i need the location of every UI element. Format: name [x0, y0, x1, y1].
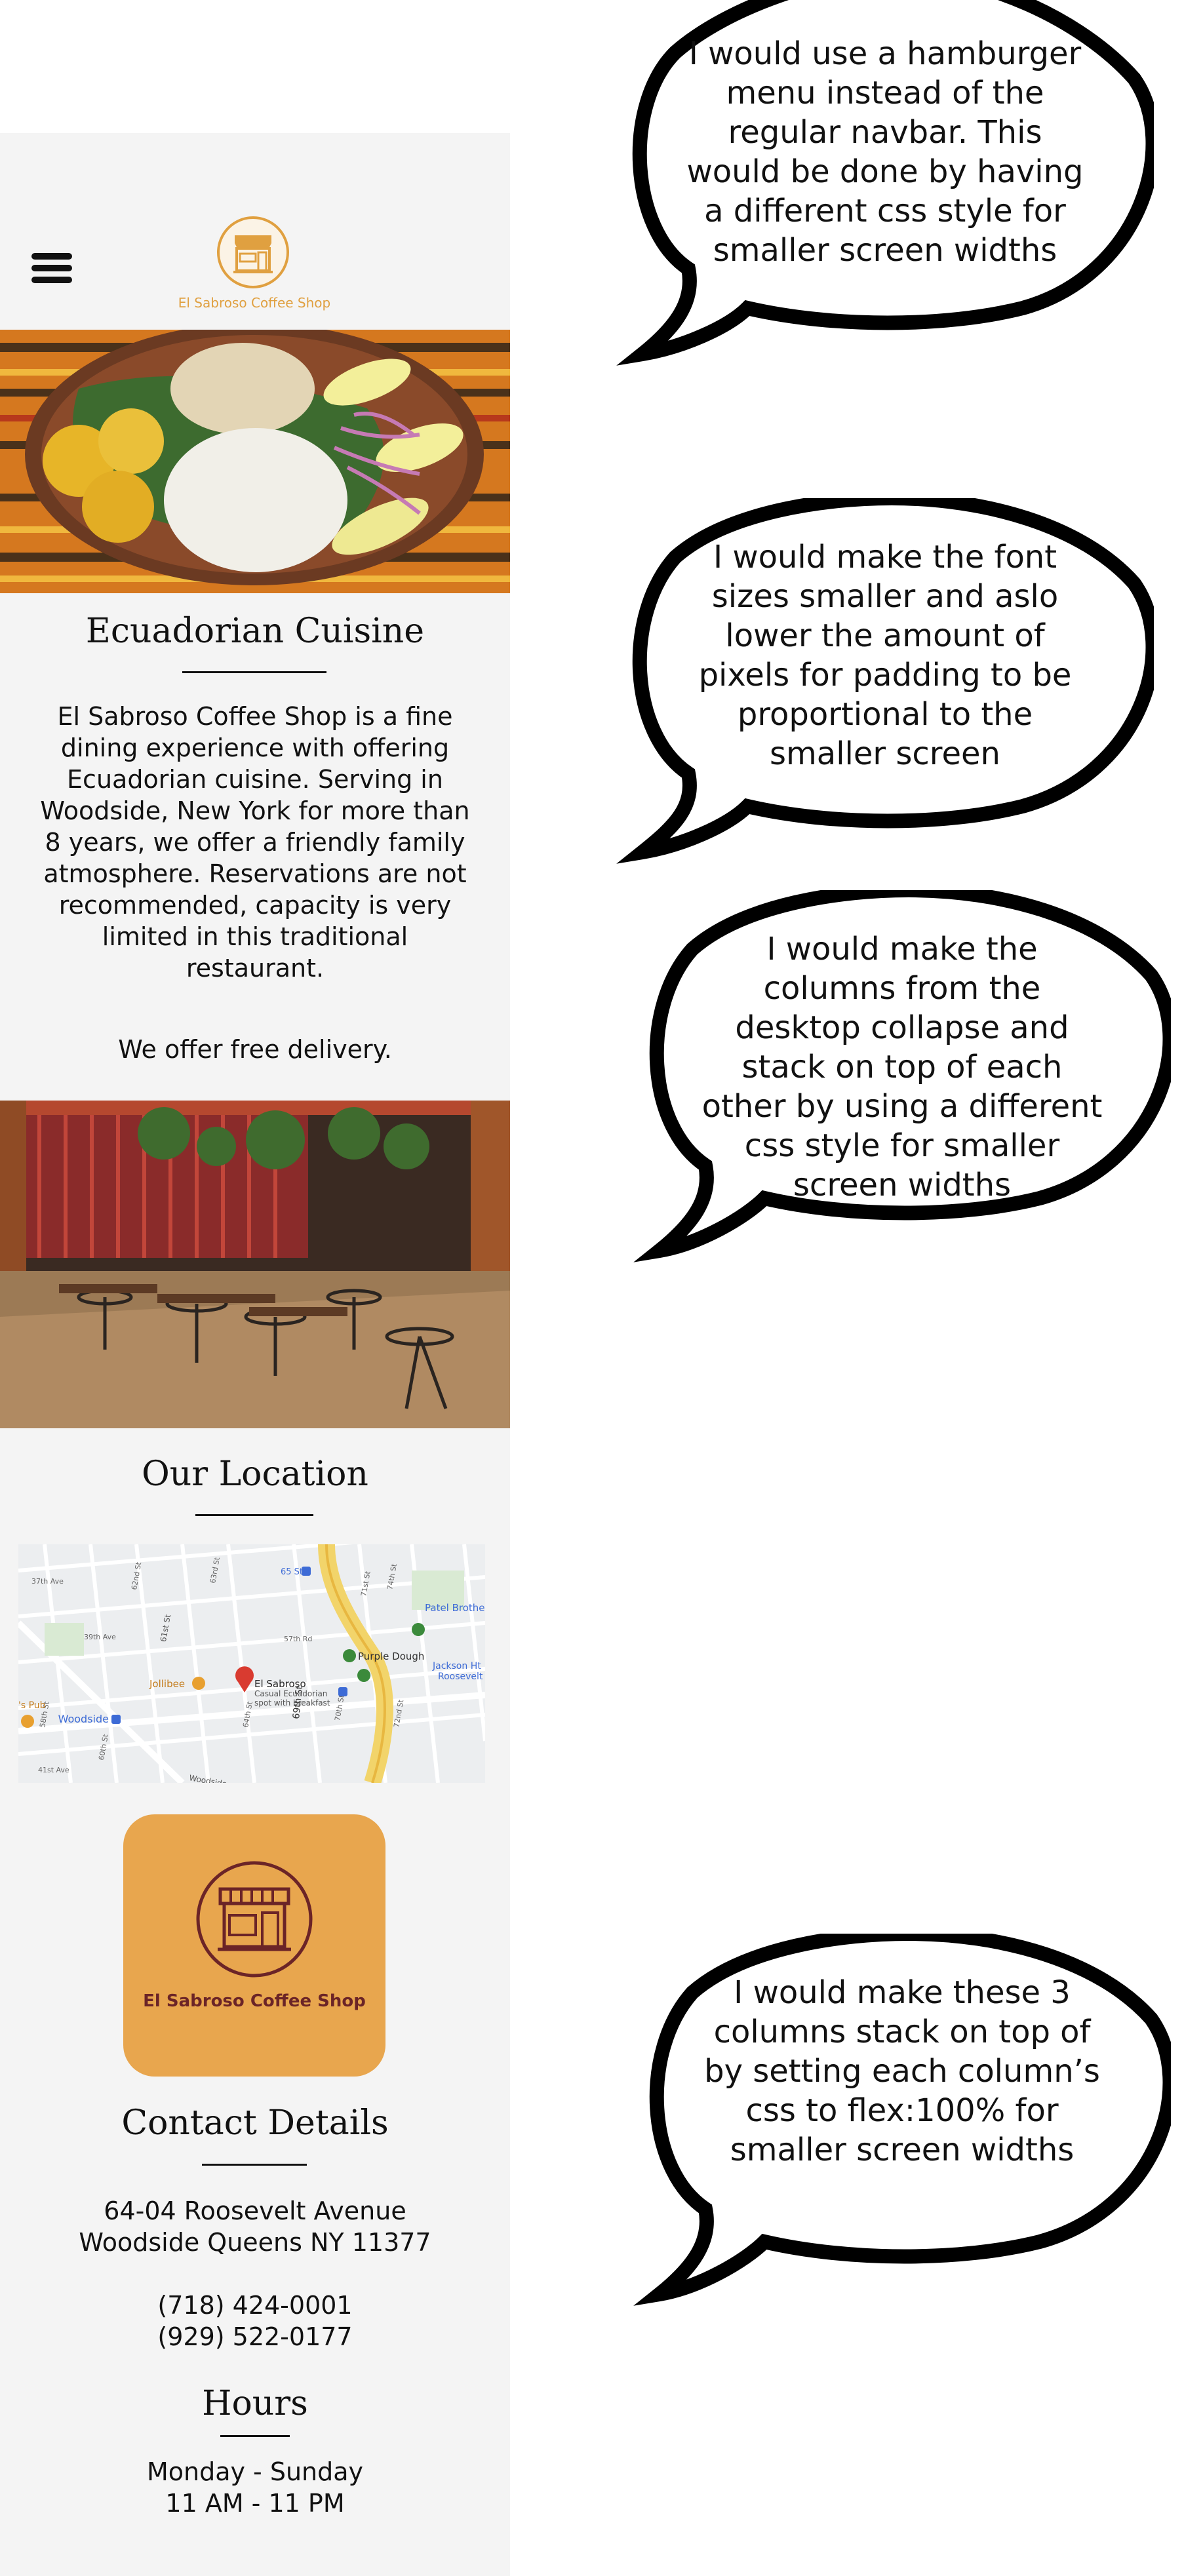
about-line: atmosphere. Reservations are not	[43, 859, 467, 888]
about-line: dining experience with offering	[60, 733, 450, 762]
map-pin-icon	[21, 1715, 34, 1728]
map-pin-icon	[192, 1677, 205, 1690]
annotation-bubble: I would make these 3 columns stack on top…	[633, 1926, 1177, 2314]
map-pin-name: El Sabroso	[254, 1678, 306, 1690]
hours-days: Monday - Sunday	[146, 2457, 364, 2486]
address-line: 64-04 Roosevelt Avenue	[104, 2196, 406, 2225]
map-label: Jackson Ht	[432, 1661, 481, 1671]
annotation-text: I would make the columns from the desktop…	[701, 931, 1103, 1203]
subway-icon	[302, 1567, 311, 1576]
location-heading: Our Location	[142, 1454, 368, 1494]
heading-divider	[220, 2435, 290, 2437]
annotation-bubble: I would make the columns from the desktop…	[633, 882, 1177, 1270]
location-map[interactable]: 37th Ave 39th Ave 41st Ave 57th Rd 61st …	[18, 1544, 485, 1783]
map-label: 57th Rd	[284, 1635, 312, 1643]
address-line: Woodside Queens NY 11377	[79, 2228, 431, 2257]
map-label: 65 St	[281, 1567, 303, 1577]
about-line: limited in this traditional	[102, 922, 408, 951]
annotation-text: I would make these 3 columns stack on top…	[704, 1974, 1100, 2168]
about-line: El Sabroso Coffee Shop is a fine	[57, 702, 453, 731]
contact-heading: Contact Details	[121, 2103, 389, 2143]
hamburger-menu-icon[interactable]	[31, 253, 72, 283]
map-label: Roosevelt	[438, 1671, 483, 1682]
about-line: recommended, capacity is very	[58, 891, 452, 920]
site-header: El Sabroso Coffee Shop	[0, 133, 510, 330]
map-label: Jollibee	[149, 1678, 185, 1690]
annotation-text: I would use a hamburger menu instead of t…	[686, 35, 1084, 269]
map-label: Casual Ecuadorian	[254, 1689, 327, 1698]
about-heading: Ecuadorian Cuisine	[85, 612, 425, 651]
about-line: Ecuadorian cuisine. Serving in	[67, 765, 443, 794]
storefront-logo-icon	[196, 1861, 313, 1978]
map-label: spot with breakfast	[254, 1698, 330, 1708]
map-label: Woodside	[58, 1713, 109, 1725]
map-pin-icon	[357, 1669, 370, 1682]
subway-icon	[338, 1687, 347, 1696]
phone-number[interactable]: (929) 522-0177	[20, 2321, 490, 2352]
about-line: 8 years, we offer a friendly family	[45, 828, 465, 857]
brand-name-small: El Sabroso Coffee Shop	[178, 295, 331, 311]
storefront-logo-icon[interactable]	[216, 216, 290, 289]
heading-divider	[195, 1514, 313, 1516]
annotation-bubble: I would make the font sizes smaller and a…	[616, 490, 1160, 865]
map-label: Purple Dough	[358, 1650, 424, 1662]
brand-logo-tile: El Sabroso Coffee Shop	[123, 1814, 385, 2077]
hours-heading: Hours	[202, 2384, 308, 2423]
train-icon	[111, 1715, 121, 1724]
mobile-page: El Sabroso Coffee Shop Ecuadorian Cuisin…	[0, 133, 510, 2576]
hours-time: 11 AM - 11 PM	[165, 2489, 345, 2518]
brand-name: El Sabroso Coffee Shop	[143, 1991, 366, 2011]
delivery-note: We offer free delivery.	[118, 1035, 392, 1064]
map-label: 37th Ave	[31, 1577, 64, 1586]
about-line: restaurant.	[186, 954, 325, 983]
restaurant-interior-image	[0, 1101, 510, 1428]
heading-divider	[202, 2164, 307, 2166]
hero-food-image	[0, 330, 510, 593]
map-pin-icon	[412, 1623, 425, 1636]
phone-number[interactable]: (718) 424-0001	[20, 2290, 490, 2321]
heading-divider	[182, 671, 326, 673]
map-label: 41st Ave	[38, 1766, 69, 1774]
map-pin-icon	[343, 1649, 356, 1662]
map-label: 's Pub	[18, 1700, 46, 1711]
annotation-bubble: I would use a hamburger menu instead of t…	[616, 0, 1160, 367]
map-label: 39th Ave	[84, 1633, 116, 1641]
annotation-text: I would make the font sizes smaller and a…	[698, 539, 1072, 772]
map-label: Patel Brothers	[425, 1602, 485, 1614]
about-line: Woodside, New York for more than	[40, 796, 470, 825]
